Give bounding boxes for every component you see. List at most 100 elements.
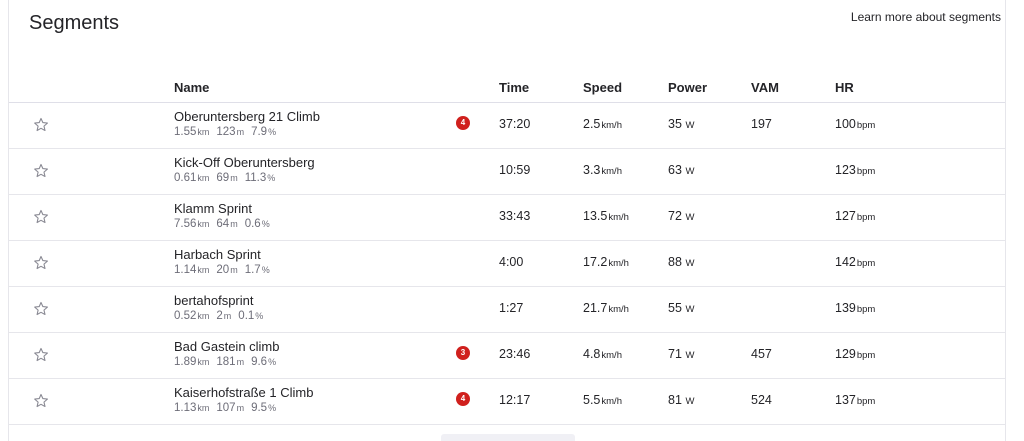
segment-grade: 9.6 [251,356,268,368]
segment-vam: 524 [751,393,772,407]
segment-hr: 123bpm [835,163,875,177]
segment-time: 37:20 [499,117,531,131]
speed-unit: km/h [601,350,622,361]
distance-unit: km [197,219,210,229]
column-header-speed[interactable]: Speed [583,80,622,95]
segment-elevation: 107 [216,402,236,414]
show-more-button[interactable] [441,434,575,441]
segments-table-body: Oberuntersberg 21 Climb 1.55km 123m 7.9% 4 37… [9,103,1005,425]
segment-elevation: 123 [216,126,236,138]
segment-grade: 0.1 [238,310,255,322]
table-row[interactable]: Bad Gastein climb 1.89km 181m 9.6% 3 23:46 4.8… [9,333,1005,379]
star-icon[interactable] [33,209,49,225]
elevation-unit: m [236,403,245,413]
power-unit: W [682,304,695,315]
segment-elevation: 64 [216,218,230,230]
segment-name-link[interactable]: Oberuntersberg 21 Climb [174,109,320,124]
table-row[interactable]: Kaiserhofstraße 1 Climb 1.13km 107m 9.5% 4 12… [9,379,1005,425]
segment-grade: 1.7 [244,264,261,276]
hr-value: 100 [835,117,856,131]
speed-value: 21.7 [583,301,608,315]
power-value: 55 [668,301,682,315]
grade-unit: % [261,265,270,275]
segment-power: 88 W [668,255,695,269]
column-header-vam[interactable]: VAM [751,80,779,95]
elevation-unit: m [230,265,238,275]
segment-elevation: 181 [216,356,236,368]
star-icon[interactable] [33,163,49,179]
star-icon[interactable] [33,117,49,133]
grade-unit: % [268,403,277,413]
speed-value: 4.8 [583,347,601,361]
segment-distance: 0.61 [174,172,197,184]
segment-name-link[interactable]: Bad Gastein climb [174,339,280,354]
segment-stats: 1.13km 107m 9.5% [174,402,283,414]
segment-elevation: 2 [216,310,223,322]
table-row[interactable]: Oberuntersberg 21 Climb 1.55km 123m 7.9% 4 37… [9,103,1005,149]
segment-vam: 457 [751,347,772,361]
hr-unit: bpm [856,166,876,177]
segment-name-link[interactable]: Kaiserhofstraße 1 Climb [174,385,313,400]
speed-value: 2.5 [583,117,601,131]
hr-value: 142 [835,255,856,269]
grade-unit: % [261,219,270,229]
speed-value: 17.2 [583,255,608,269]
power-value: 81 [668,393,682,407]
hr-value: 129 [835,347,856,361]
speed-unit: km/h [601,120,622,131]
table-row[interactable]: Klamm Sprint 7.56km 64m 0.6% 33:43 13.5km/h 72… [9,195,1005,241]
segment-time: 1:27 [499,301,524,315]
power-value: 72 [668,209,682,223]
segment-stats: 1.55km 123m 7.9% [174,126,283,138]
segment-hr: 129bpm [835,347,875,361]
category-badge: 4 [456,116,470,130]
hr-unit: bpm [856,120,876,131]
segment-name-link[interactable]: Harbach Sprint [174,247,261,262]
star-icon[interactable] [33,301,49,317]
segment-time: 12:17 [499,393,531,407]
segment-speed: 3.3km/h [583,163,622,177]
segment-stats: 0.52km 2m 0.1% [174,310,270,322]
learn-more-link[interactable]: Learn more about segments [851,10,1001,24]
segment-hr: 139bpm [835,301,875,315]
distance-unit: km [197,357,210,367]
table-row[interactable]: Harbach Sprint 1.14km 20m 1.7% 4:00 17.2km/h 8… [9,241,1005,287]
segment-stats: 0.61km 69m 11.3% [174,172,282,184]
distance-unit: km [197,265,210,275]
power-value: 35 [668,117,682,131]
distance-unit: km [197,311,210,321]
speed-value: 13.5 [583,209,608,223]
distance-unit: km [197,127,210,137]
elevation-unit: m [223,311,232,321]
elevation-unit: m [230,173,238,183]
table-header: Name Time Speed Power VAM HR [9,78,1005,103]
power-unit: W [682,350,695,361]
segment-name-link[interactable]: Klamm Sprint [174,201,252,216]
segment-hr: 137bpm [835,393,875,407]
hr-value: 123 [835,163,856,177]
segment-speed: 5.5km/h [583,393,622,407]
column-header-time[interactable]: Time [499,80,529,95]
segment-grade: 9.5 [251,402,268,414]
table-row[interactable]: Kick-Off Oberuntersberg 0.61km 69m 11.3% 10:… [9,149,1005,195]
segment-name-link[interactable]: bertahofsprint [174,293,254,308]
star-icon[interactable] [33,347,49,363]
hr-unit: bpm [856,258,876,269]
segment-speed: 4.8km/h [583,347,622,361]
segment-stats: 1.14km 20m 1.7% [174,264,277,276]
segment-grade: 7.9 [251,126,268,138]
segment-time: 33:43 [499,209,531,223]
segment-power: 55 W [668,301,695,315]
column-header-power[interactable]: Power [668,80,707,95]
column-header-name[interactable]: Name [174,80,209,95]
column-header-hr[interactable]: HR [835,80,854,95]
segment-time: 10:59 [499,163,531,177]
star-icon[interactable] [33,393,49,409]
speed-unit: km/h [601,166,622,177]
segment-name-link[interactable]: Kick-Off Oberuntersberg [174,155,315,170]
star-icon[interactable] [33,255,49,271]
elevation-unit: m [230,219,238,229]
segment-speed: 21.7km/h [583,301,629,315]
table-row[interactable]: bertahofsprint 0.52km 2m 0.1% 1:27 21.7km/h 55… [9,287,1005,333]
segment-stats: 7.56km 64m 0.6% [174,218,277,230]
